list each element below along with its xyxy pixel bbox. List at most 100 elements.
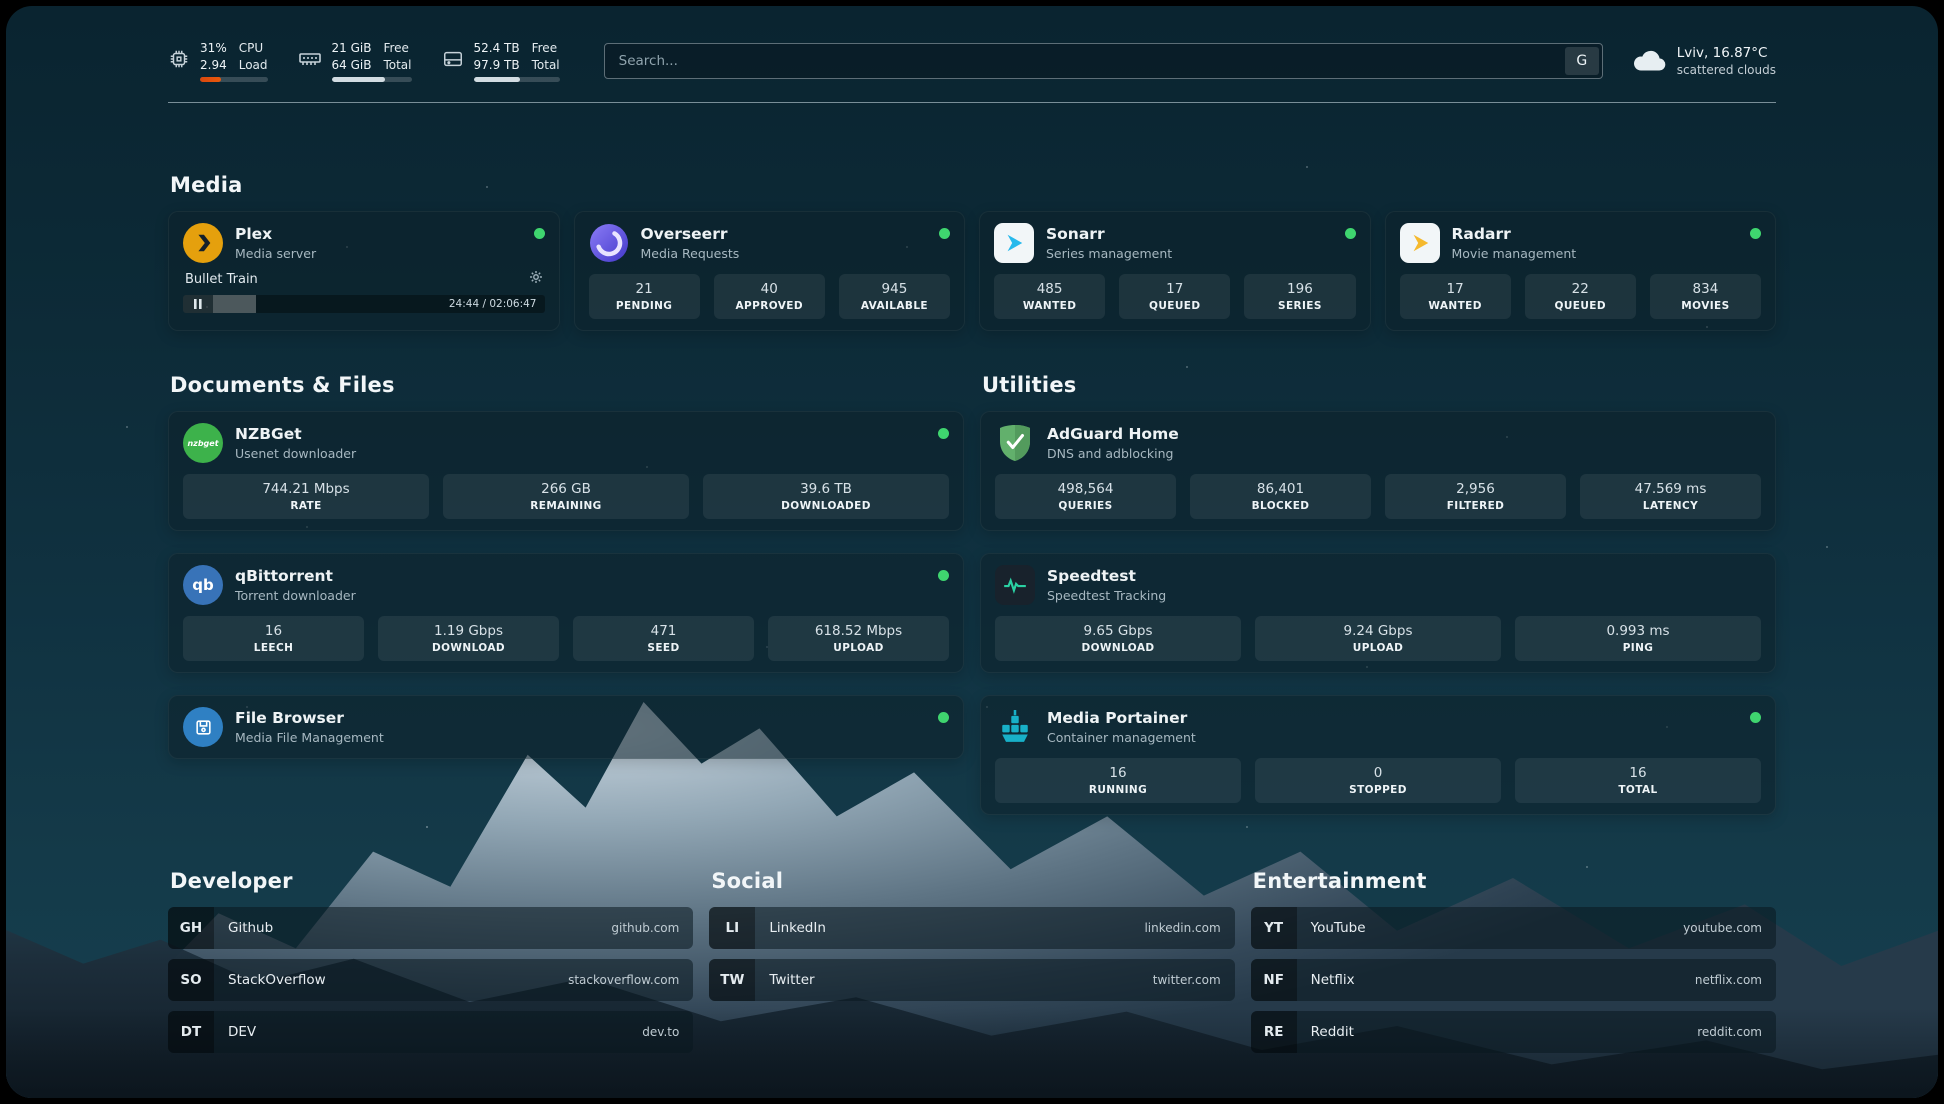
gear-icon[interactable]: [529, 270, 543, 288]
status-online-dot: [938, 712, 949, 723]
cpu-label: CPU: [239, 40, 268, 56]
social-section-title: Social: [711, 869, 1234, 893]
stat-value: 17: [1404, 281, 1507, 297]
stat-queued: 17 QUEUED: [1119, 274, 1230, 319]
weather-condition: scattered clouds: [1677, 62, 1776, 78]
ram-progress-fill: [332, 77, 386, 82]
status-online-dot: [534, 228, 545, 239]
stat-series: 196 SERIES: [1244, 274, 1355, 319]
bookmark-abbr: GH: [168, 907, 214, 949]
nzbget-card[interactable]: nzbget NZBGet Usenet downloader 744.21 M…: [168, 411, 964, 531]
stat-value: 744.21 Mbps: [187, 481, 425, 497]
bookmark-url: twitter.com: [1153, 973, 1221, 987]
app-name: Media Portainer: [1047, 709, 1196, 728]
overseerr-card[interactable]: Overseerr Media Requests 21 PENDING 40 A…: [574, 211, 966, 331]
section-media: Media Plex Media server: [168, 173, 1776, 331]
bookmark-youtube[interactable]: YT YouTube youtube.com: [1251, 907, 1776, 949]
adguard-icon: [995, 423, 1035, 463]
bookmark-url: github.com: [611, 921, 679, 935]
sonarr-icon: [994, 223, 1034, 263]
app-name: AdGuard Home: [1047, 425, 1179, 444]
bookmark-name: Twitter: [769, 972, 814, 988]
stat-value: 196: [1248, 281, 1351, 297]
cpu-load-value: 2.94: [200, 57, 227, 73]
speedtest-card[interactable]: Speedtest Speedtest Tracking 9.65 Gbps D…: [980, 553, 1776, 673]
status-online-dot: [1345, 228, 1356, 239]
stat-latency: 47.569 ms LATENCY: [1580, 474, 1761, 519]
stat-blocked: 86,401 BLOCKED: [1190, 474, 1371, 519]
playback-fill: [213, 295, 256, 313]
radarr-card[interactable]: Radarr Movie management 17 WANTED 22 QUE…: [1385, 211, 1777, 331]
bookmark-github[interactable]: GH Github github.com: [168, 907, 693, 949]
topbar: 31% 2.94 CPU Load: [168, 32, 1776, 90]
bookmark-linkedin[interactable]: LI LinkedIn linkedin.com: [709, 907, 1234, 949]
stat-label: AVAILABLE: [843, 300, 946, 312]
bookmark-twitter[interactable]: TW Twitter twitter.com: [709, 959, 1234, 1001]
bookmark-reddit[interactable]: RE Reddit reddit.com: [1251, 1011, 1776, 1053]
bookmark-url: linkedin.com: [1144, 921, 1220, 935]
sonarr-card[interactable]: Sonarr Series management 485 WANTED 17 Q…: [979, 211, 1371, 331]
cpu-meter: 31% 2.94 CPU Load: [168, 40, 268, 81]
stat-label: WANTED: [1404, 300, 1507, 312]
speedtest-icon: [995, 565, 1035, 605]
ram-icon: [298, 47, 322, 75]
app-name: File Browser: [235, 709, 384, 728]
bookmark-netflix[interactable]: NF Netflix netflix.com: [1251, 959, 1776, 1001]
pause-button[interactable]: [183, 295, 213, 313]
stat-label: BLOCKED: [1194, 500, 1367, 512]
bookmark-abbr: YT: [1251, 907, 1297, 949]
stat-label: PING: [1519, 642, 1757, 654]
portainer-card[interactable]: Media Portainer Container management 16 …: [980, 695, 1776, 815]
qbittorrent-card[interactable]: qb qBittorrent Torrent downloader 16 LEE…: [168, 553, 964, 673]
playback-time: 24:44 / 02:06:47: [441, 298, 545, 310]
search-engine-button[interactable]: G: [1565, 47, 1599, 75]
header-divider: [168, 102, 1776, 103]
stat-value: 485: [998, 281, 1101, 297]
playback-track[interactable]: [213, 295, 441, 313]
stat-total: 16 TOTAL: [1515, 758, 1761, 803]
adguard-card[interactable]: AdGuard Home DNS and adblocking 498,564 …: [980, 411, 1776, 531]
stat-seed: 471 SEED: [573, 616, 754, 661]
section-documents: Documents & Files nzbget NZBGet Usenet d…: [168, 373, 964, 815]
disk-total-label: Total: [532, 57, 560, 73]
stat-label: WANTED: [998, 300, 1101, 312]
stat-label: FILTERED: [1389, 500, 1562, 512]
bookmark-abbr: DT: [168, 1011, 214, 1053]
bookmark-dev[interactable]: DT DEV dev.to: [168, 1011, 693, 1053]
stat-label: SERIES: [1248, 300, 1351, 312]
disk-icon: [442, 48, 464, 74]
section-social: Social LI LinkedIn linkedin.com TW Twitt…: [709, 869, 1234, 1063]
search-input[interactable]: [617, 52, 1565, 70]
stat-value: 17: [1123, 281, 1226, 297]
bookmark-abbr: NF: [1251, 959, 1297, 1001]
stat-movies: 834 MOVIES: [1650, 274, 1761, 319]
bookmark-stackoverflow[interactable]: SO StackOverflow stackoverflow.com: [168, 959, 693, 1001]
cpu-percent: 31%: [200, 40, 227, 56]
filebrowser-card[interactable]: File Browser Media File Management: [168, 695, 964, 759]
playback-progress[interactable]: 24:44 / 02:06:47: [183, 295, 545, 313]
ram-total-label: Total: [383, 57, 411, 73]
plex-icon: [183, 223, 223, 263]
app-subtitle: Usenet downloader: [235, 446, 356, 462]
stat-remaining: 266 GB REMAINING: [443, 474, 689, 519]
weather-widget[interactable]: Lviv, 16.87°C scattered clouds: [1631, 44, 1776, 78]
stat-value: 47.569 ms: [1584, 481, 1757, 497]
stat-value: 86,401: [1194, 481, 1367, 497]
stat-label: APPROVED: [718, 300, 821, 312]
stat-download: 9.65 Gbps DOWNLOAD: [995, 616, 1241, 661]
stat-wanted: 485 WANTED: [994, 274, 1105, 319]
bookmark-name: LinkedIn: [769, 920, 826, 936]
stat-value: 0.993 ms: [1519, 623, 1757, 639]
stat-label: RUNNING: [999, 784, 1237, 796]
bookmark-name: Reddit: [1311, 1024, 1354, 1040]
plex-card[interactable]: Plex Media server Bullet Train: [168, 211, 560, 331]
filebrowser-icon: [183, 707, 223, 747]
stat-value: 618.52 Mbps: [772, 623, 945, 639]
status-online-dot: [1750, 228, 1761, 239]
app-subtitle: Media File Management: [235, 730, 384, 746]
stat-label: MOVIES: [1654, 300, 1757, 312]
ram-meter: 21 GiB 64 GiB Free Total: [298, 40, 412, 81]
status-online-dot: [938, 428, 949, 439]
ram-progress-bar: [332, 77, 412, 82]
stat-available: 945 AVAILABLE: [839, 274, 950, 319]
